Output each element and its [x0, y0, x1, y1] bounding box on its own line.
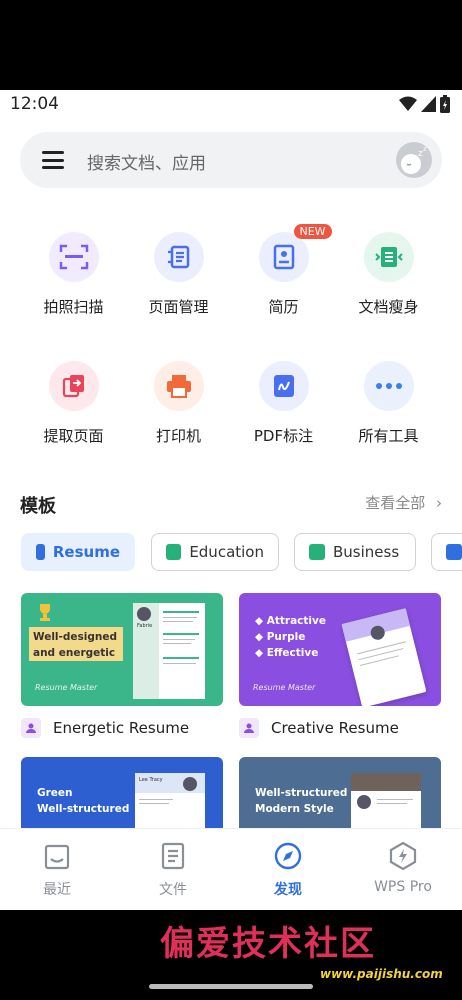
tool-slim-doc[interactable]: 文档瘦身 [336, 232, 441, 317]
discover-compass-icon [274, 842, 302, 870]
wifi-icon [399, 96, 417, 111]
app-screen: 12:04 搜索文档、应用 z z 拍照扫描 页面管理 NEW 简历 文档瘦身 … [0, 90, 462, 910]
view-all-link[interactable]: 查看全部 › [365, 492, 442, 513]
chevron-right-icon: › [436, 494, 442, 512]
template-card-creative[interactable]: ◆ Attractive ◆ Purple ◆ Effective Resume… [239, 593, 441, 706]
more-dots-icon [363, 361, 414, 411]
avatar[interactable]: z z [396, 142, 432, 178]
tool-scan[interactable]: 拍照扫描 [21, 232, 126, 317]
nav-label: 最近 [43, 882, 71, 898]
tool-all-tools[interactable]: 所有工具 [336, 361, 441, 446]
person-icon [21, 718, 41, 738]
bottom-nav: 最近 文件 发现 WPS Pro [0, 828, 462, 910]
card-headline: Well-designed and energetic [33, 631, 117, 659]
tool-resume[interactable]: NEW 简历 [231, 224, 336, 317]
tool-label: 打印机 [155, 427, 201, 445]
tool-label: 拍照扫描 [43, 298, 104, 316]
graduation-cap-icon [166, 544, 182, 560]
chip-business[interactable]: Business [294, 533, 416, 571]
nav-label: 发现 [274, 882, 302, 898]
tool-label: 文档瘦身 [358, 298, 419, 316]
template-card-energetic[interactable]: Well-designed and energetic Fabrie Resum… [21, 593, 223, 706]
resume-preview: Fabrie [133, 603, 205, 699]
thumb-icon: ◆ [255, 647, 267, 659]
resume-preview [341, 608, 427, 706]
nav-wps-pro[interactable]: WPS Pro [358, 841, 448, 895]
files-icon [161, 842, 185, 870]
watermark-text: 偏爱技术社区 [160, 924, 376, 964]
scan-icon [48, 232, 99, 282]
tool-label: PDF标注 [253, 427, 314, 445]
tool-label: 页面管理 [148, 298, 209, 316]
trophy-icon [40, 604, 50, 621]
page-manage-icon [153, 232, 204, 282]
chip-label: Resume [52, 543, 120, 561]
tool-label: 提取页面 [43, 427, 104, 445]
business-doc-icon [309, 544, 325, 560]
chip-label: Education [189, 543, 264, 561]
status-icons [399, 95, 450, 113]
card-title: Energetic Resume [53, 719, 190, 737]
status-time: 12:04 [10, 94, 59, 114]
card-points: ◆ Attractive ◆ Purple ◆ Effective [255, 615, 326, 659]
card-title: Creative Resume [271, 719, 399, 737]
tool-printer[interactable]: 打印机 [126, 361, 231, 446]
nav-recent[interactable]: 最近 [12, 841, 102, 899]
card-headline: Green Well-structured [37, 787, 130, 815]
nav-label: 文件 [159, 882, 187, 898]
nav-discover[interactable]: 发现 [243, 841, 333, 899]
tool-page-manage[interactable]: 页面管理 [126, 232, 231, 317]
tool-label: 所有工具 [358, 427, 419, 445]
resume-chip-icon [36, 544, 45, 560]
extract-page-icon [48, 361, 99, 411]
person-icon [239, 718, 259, 738]
recent-icon [44, 844, 70, 870]
status-bar: 12:04 [0, 90, 462, 120]
slim-doc-icon [363, 232, 414, 282]
resume-name: Lee Tracy [139, 777, 163, 783]
new-badge: NEW [293, 224, 332, 239]
resume-icon: NEW [258, 224, 332, 282]
chip-label: Business [333, 543, 400, 561]
search-placeholder[interactable]: 搜索文档、应用 [87, 149, 206, 174]
card-brand: Resume Master [35, 683, 98, 692]
menu-icon[interactable] [42, 151, 64, 169]
thumb-icon: ◆ [255, 631, 267, 643]
card-label-creative[interactable]: Creative Resume [239, 718, 399, 738]
svg-text:z: z [423, 145, 427, 153]
chip-resume[interactable]: Resume [21, 533, 135, 571]
nav-label: WPS Pro [374, 879, 432, 895]
wps-pro-icon [389, 841, 417, 871]
chip-more[interactable] [431, 533, 462, 571]
battery-icon [440, 95, 450, 113]
doc-chip-icon [446, 544, 462, 560]
tool-pdf-annotate[interactable]: PDF标注 [231, 361, 336, 446]
nav-files[interactable]: 文件 [128, 841, 218, 899]
sleeping-avatar-icon: z z [401, 145, 427, 174]
home-indicator[interactable] [149, 984, 313, 989]
card-headline: Well-structured Modern Style [255, 787, 348, 815]
pdf-annotate-icon [258, 361, 309, 411]
tool-label: 简历 [268, 298, 299, 316]
view-all-label: 查看全部 [365, 494, 426, 512]
thumb-icon: ◆ [255, 615, 267, 627]
card-label-energetic[interactable]: Energetic Resume [21, 718, 189, 738]
printer-icon [153, 361, 204, 411]
signal-icon [421, 96, 436, 112]
tool-extract-page[interactable]: 提取页面 [21, 361, 126, 446]
watermark-url: www.paijishu.com [320, 967, 443, 981]
templates-title: 模板 [20, 496, 56, 517]
search-bar[interactable]: 搜索文档、应用 z z [20, 132, 442, 188]
card-brand: Resume Master [253, 683, 316, 692]
resume-name: Fabrie [137, 623, 153, 629]
chip-education[interactable]: Education [151, 533, 279, 571]
